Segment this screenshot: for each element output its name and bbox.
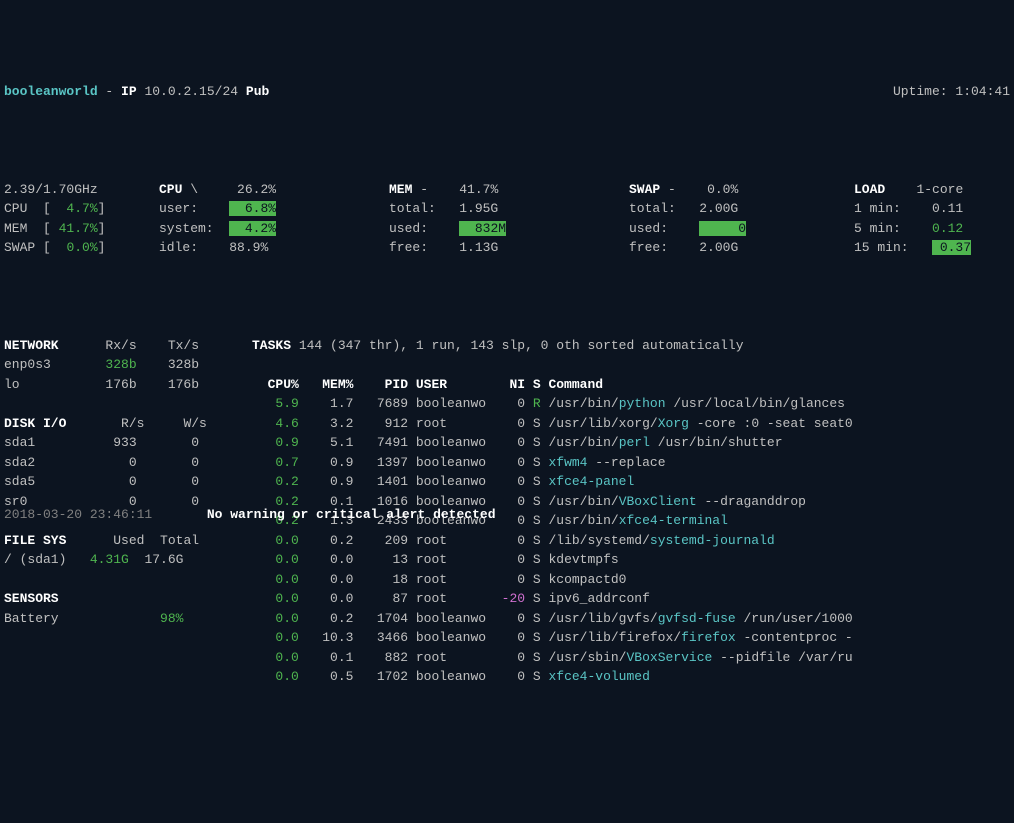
swap-pct: 0.0% xyxy=(707,182,738,197)
cpu-user: 6.8% xyxy=(229,201,276,216)
q-cpu-label: CPU xyxy=(4,201,27,216)
pub-label: Pub xyxy=(246,84,269,99)
cpu-total: 26.2% xyxy=(237,182,276,197)
cpu-system-label: system: xyxy=(159,221,214,236)
load-title: LOAD xyxy=(854,182,885,197)
q-cpu-pct: 4.7% xyxy=(66,201,97,216)
mem-indicator: - xyxy=(420,182,428,197)
uptime-label: Uptime: xyxy=(893,84,948,99)
mem-free: 1.13G xyxy=(459,240,498,255)
load-5min-label: 5 min: xyxy=(854,221,901,236)
swap-total-label: total: xyxy=(629,201,676,216)
q-swap-pct: 0.0% xyxy=(66,240,97,255)
load-cores: 1-core xyxy=(916,182,963,197)
load-15min: 0.37 xyxy=(932,240,971,255)
ip-label: IP xyxy=(121,84,137,99)
load-1min: 0.11 xyxy=(932,201,963,216)
swap-title: SWAP xyxy=(629,182,660,197)
mem-total: 1.95G xyxy=(459,201,498,216)
cpu-indicator: \ xyxy=(190,182,198,197)
cpu-system: 4.2% xyxy=(229,221,276,236)
alert-message: No warning or critical alert detected xyxy=(207,505,496,525)
load-5min: 0.12 xyxy=(932,221,963,236)
tasks-title: TASKS xyxy=(252,338,291,353)
tasks-summary: 144 (347 thr), 1 run, 143 slp, 0 oth sor… xyxy=(299,338,744,353)
q-swap-label: SWAP xyxy=(4,240,35,255)
swap-used-label: used: xyxy=(629,221,668,236)
header: booleanworld - IP 10.0.2.15/24 Pub Uptim… xyxy=(4,82,1010,102)
filesys-title: FILE SYS xyxy=(4,533,66,548)
sensors-title: SENSORS xyxy=(4,591,59,606)
swap-indicator: - xyxy=(668,182,676,197)
stats-section: 2.39/1.70GHz CPU \ 26.2% MEM - 41.7% SWAP -… xyxy=(4,160,1010,258)
swap-used: 0 xyxy=(699,221,746,236)
swap-free: 2.00G xyxy=(699,240,738,255)
q-mem-pct: 41.7% xyxy=(59,221,98,236)
swap-free-label: free: xyxy=(629,240,668,255)
mem-free-label: free: xyxy=(389,240,428,255)
diskio-title: DISK I/O xyxy=(4,416,66,431)
mem-pct: 41.7% xyxy=(459,182,498,197)
cpu-user-label: user: xyxy=(159,201,198,216)
network-title: NETWORK xyxy=(4,338,59,353)
load-1min-label: 1 min: xyxy=(854,201,901,216)
mem-total-label: total: xyxy=(389,201,436,216)
left-panel: NETWORK Rx/s Tx/s enp0s3 328b 328b lo 17… xyxy=(4,336,252,629)
mem-used-label: used: xyxy=(389,221,428,236)
hostname: booleanworld xyxy=(4,84,98,99)
cpu-idle-label: idle: xyxy=(159,240,198,255)
mem-title: MEM xyxy=(389,182,412,197)
cpu-freq: 2.39/1.70GHz xyxy=(4,182,98,197)
cpu-idle: 88.9% xyxy=(229,240,268,255)
swap-total: 2.00G xyxy=(699,201,738,216)
load-15min-label: 15 min: xyxy=(854,240,909,255)
ip-address: 10.0.2.15/24 xyxy=(144,84,238,99)
footer: 2018-03-20 23:46:11 No warning or critic… xyxy=(4,505,496,525)
uptime-value: 1:04:41 xyxy=(955,84,1010,99)
mem-used: 832M xyxy=(459,221,506,236)
datetime: 2018-03-20 23:46:11 xyxy=(4,505,152,525)
content-section: NETWORK Rx/s Tx/s enp0s3 328b 328b lo 17… xyxy=(4,316,1010,687)
cpu-title: CPU xyxy=(159,182,182,197)
q-mem-label: MEM xyxy=(4,221,27,236)
